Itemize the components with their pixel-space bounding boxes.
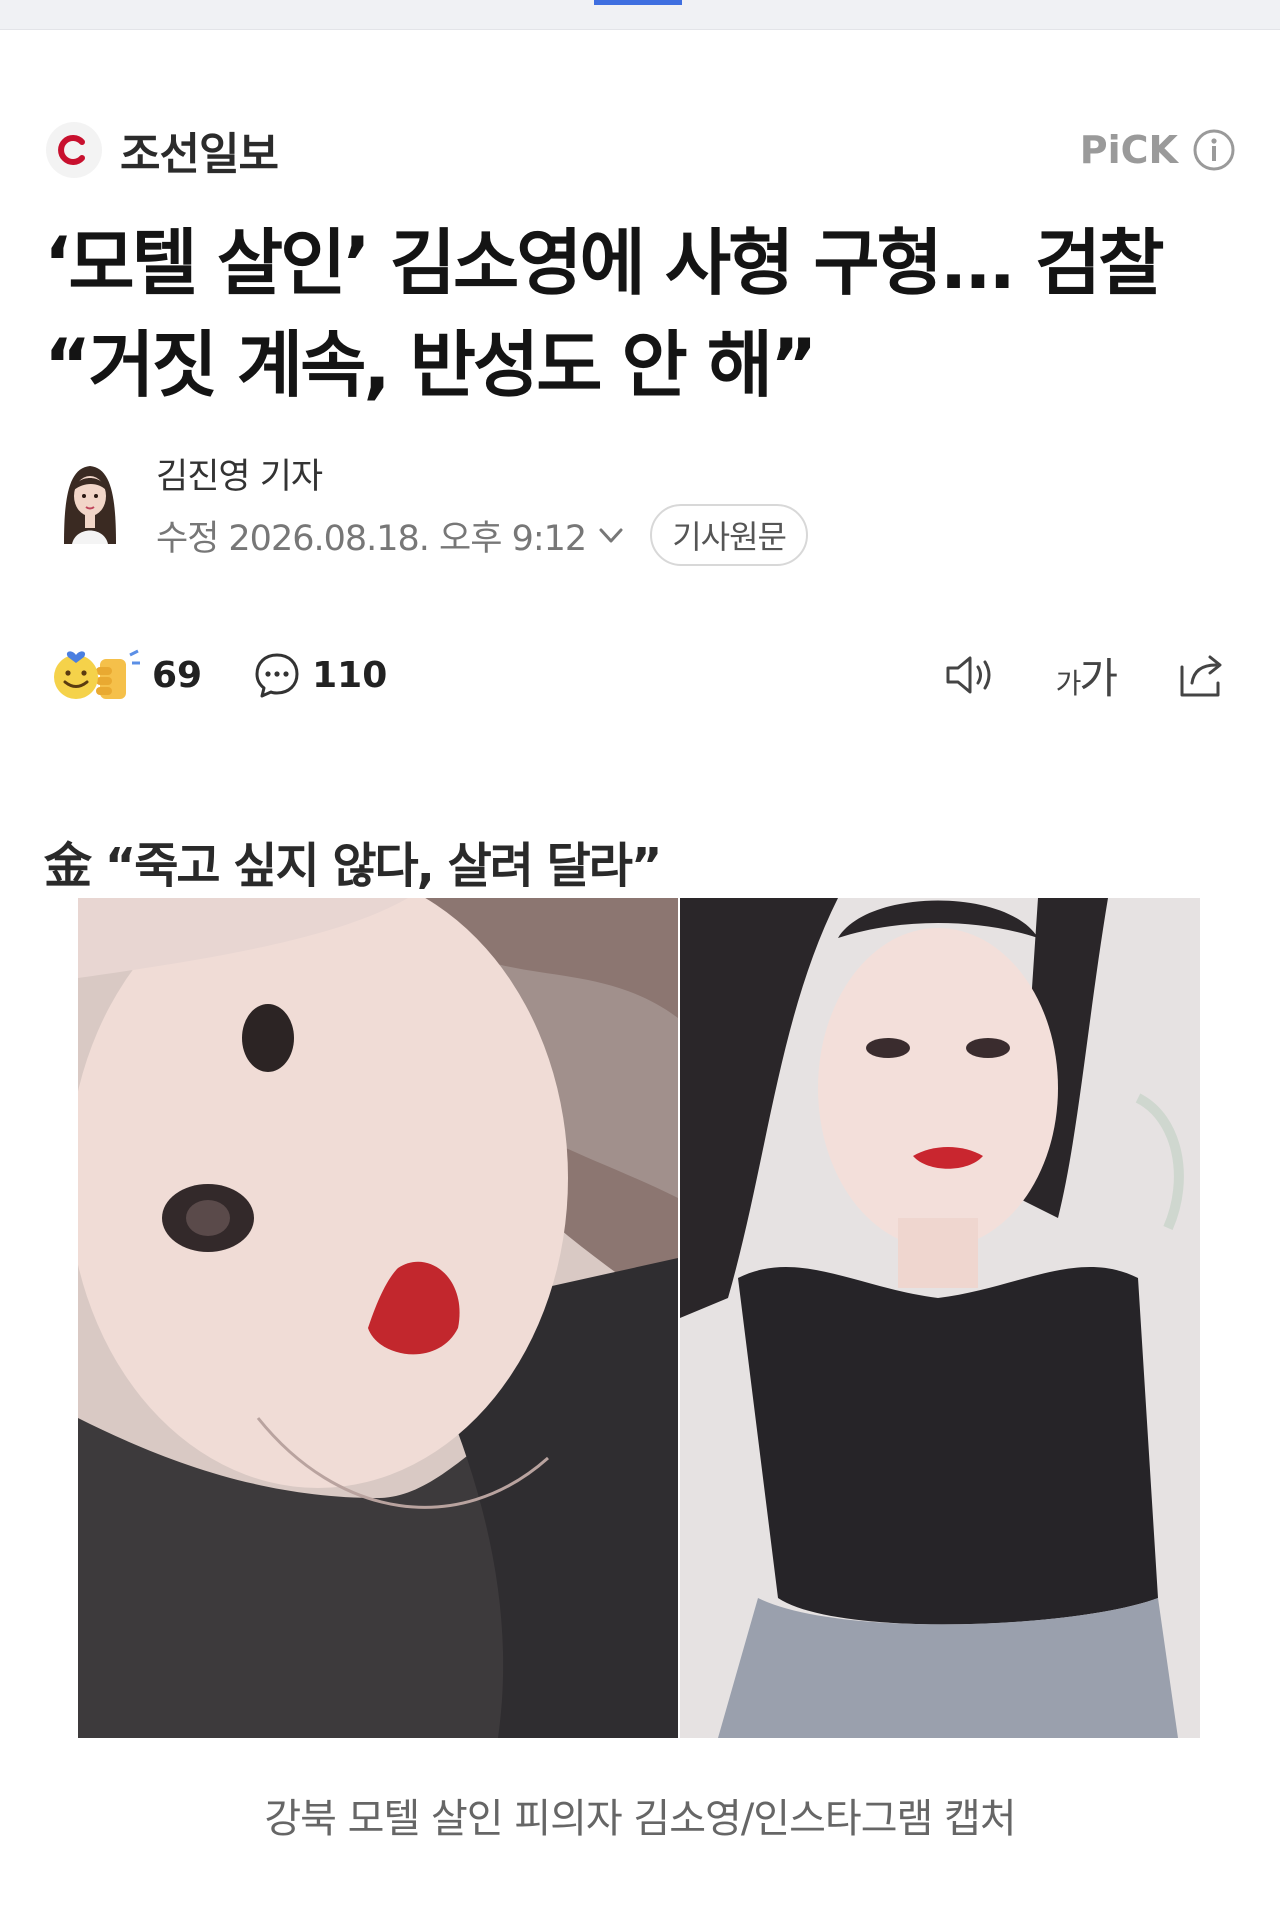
pick-label: PiCK xyxy=(1079,128,1178,172)
active-tab-indicator xyxy=(594,0,682,5)
byline: 김진영 기자 수정 2026.08.18. 오후 9:12 기사원문 xyxy=(52,448,852,566)
top-tab-strip xyxy=(0,0,1280,30)
modified-datetime: 2026.08.18. 오후 9:12 xyxy=(228,518,587,559)
author-name[interactable]: 김진영 기자 xyxy=(156,448,323,499)
pick-badge[interactable]: PiCK xyxy=(1080,128,1236,172)
article-headline: ‘모텔 살인’ 김소영에 사형 구형... 검찰 “거짓 계속, 반성도 안 해… xyxy=(44,212,1244,416)
right-action-group: 가가 xyxy=(942,645,1230,706)
reaction-count: 69 xyxy=(152,654,203,696)
press-header: 조선일보 PiCK xyxy=(46,122,1236,180)
reaction-button[interactable]: 69 xyxy=(50,645,202,705)
article-meta: 수정 2026.08.18. 오후 9:12 기사원문 xyxy=(156,504,808,566)
press-logo-icon[interactable] xyxy=(46,122,102,178)
comment-button[interactable]: 110 xyxy=(252,650,387,700)
modified-label: 수정 xyxy=(156,518,219,559)
font-size-button[interactable]: 가가 xyxy=(1055,645,1118,706)
article-subheading: 金 “죽고 싶지 않다, 살려 달라” xyxy=(44,838,662,894)
author-avatar[interactable] xyxy=(58,460,122,544)
press-name[interactable]: 조선일보 xyxy=(120,118,279,182)
original-article-button[interactable]: 기사원문 xyxy=(650,504,808,566)
font-size-small-glyph: 가 xyxy=(1055,666,1082,700)
headline-line-2: “거짓 계속, 반성도 안 해” xyxy=(44,323,817,407)
article-action-bar: 69 110 가가 xyxy=(50,640,1230,710)
headline-line-1: ‘모텔 살인’ 김소영에 사형 구형... 검찰 xyxy=(44,221,1164,305)
article-photo[interactable] xyxy=(78,898,1200,1738)
chevron-down-icon[interactable] xyxy=(596,520,626,550)
info-icon[interactable] xyxy=(1192,128,1236,172)
font-size-large-glyph: 가 xyxy=(1079,653,1118,703)
reaction-emoji-icon xyxy=(54,649,140,699)
share-icon[interactable] xyxy=(1174,649,1230,701)
speaker-icon[interactable] xyxy=(942,650,998,700)
comment-count: 110 xyxy=(312,654,388,696)
comment-icon xyxy=(255,653,299,698)
photo-caption: 강북 모텔 살인 피의자 김소영/인스타그램 캡처 xyxy=(264,1796,1016,1842)
